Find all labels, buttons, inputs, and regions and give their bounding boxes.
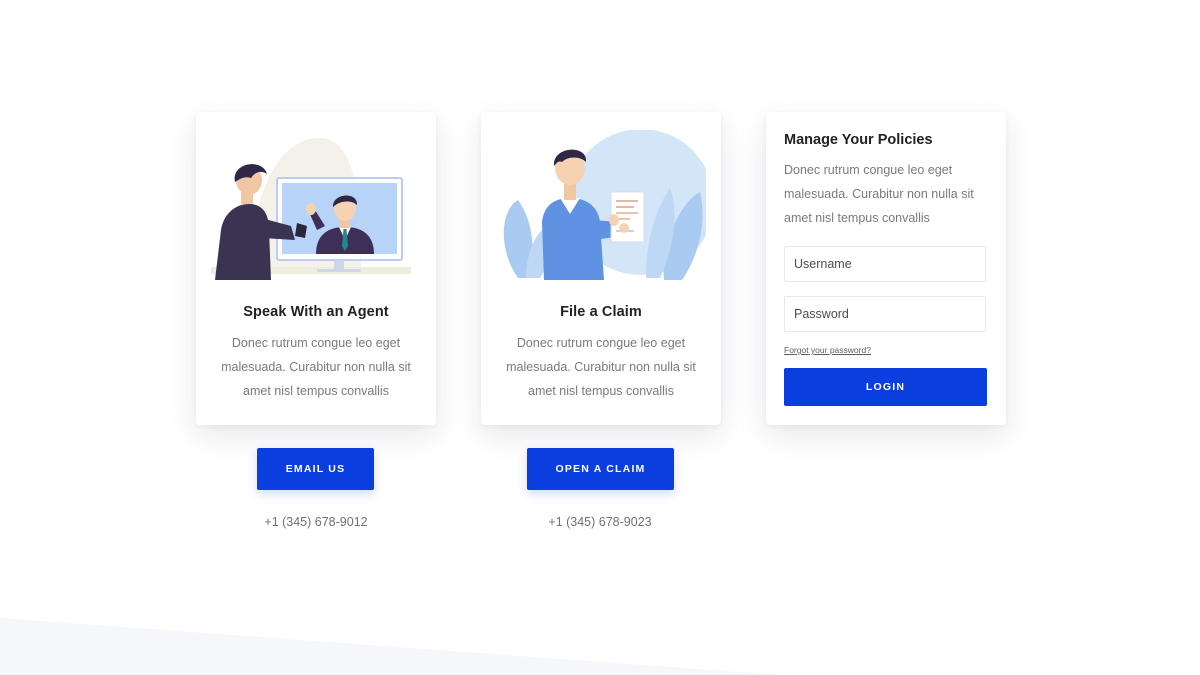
person-holding-document-illustration: [503, 130, 706, 280]
claim-card-description: Donec rutrum congue leo eget malesuada. …: [506, 336, 696, 398]
password-input[interactable]: [784, 296, 986, 332]
agent-card-title: Speak With an Agent: [243, 304, 389, 320]
login-card-description: Donec rutrum congue leo eget malesuada. …: [784, 163, 974, 225]
email-us-button[interactable]: EMAIL US: [257, 448, 374, 490]
forgot-password-link[interactable]: Forgot your password?: [784, 345, 871, 355]
video-call-agent-illustration: [211, 137, 411, 280]
login-card-title: Manage Your Policies: [784, 132, 933, 148]
open-claim-button[interactable]: OPEN A CLAIM: [527, 448, 674, 490]
agent-card-description: Donec rutrum congue leo eget malesuada. …: [221, 336, 411, 398]
login-card: Manage Your Policies Donec rutrum congue…: [766, 112, 1006, 425]
claim-phone-number: +1 (345) 678-9023: [548, 515, 652, 529]
background-wedge: [0, 618, 780, 675]
agent-phone-number: +1 (345) 678-9012: [264, 515, 368, 529]
claim-card-title: File a Claim: [560, 304, 642, 320]
username-input[interactable]: [784, 246, 986, 282]
login-button[interactable]: LOGIN: [784, 368, 987, 406]
agent-card: Speak With an Agent Donec rutrum congue …: [196, 112, 436, 425]
claim-card: File a Claim Donec rutrum congue leo ege…: [481, 112, 721, 425]
